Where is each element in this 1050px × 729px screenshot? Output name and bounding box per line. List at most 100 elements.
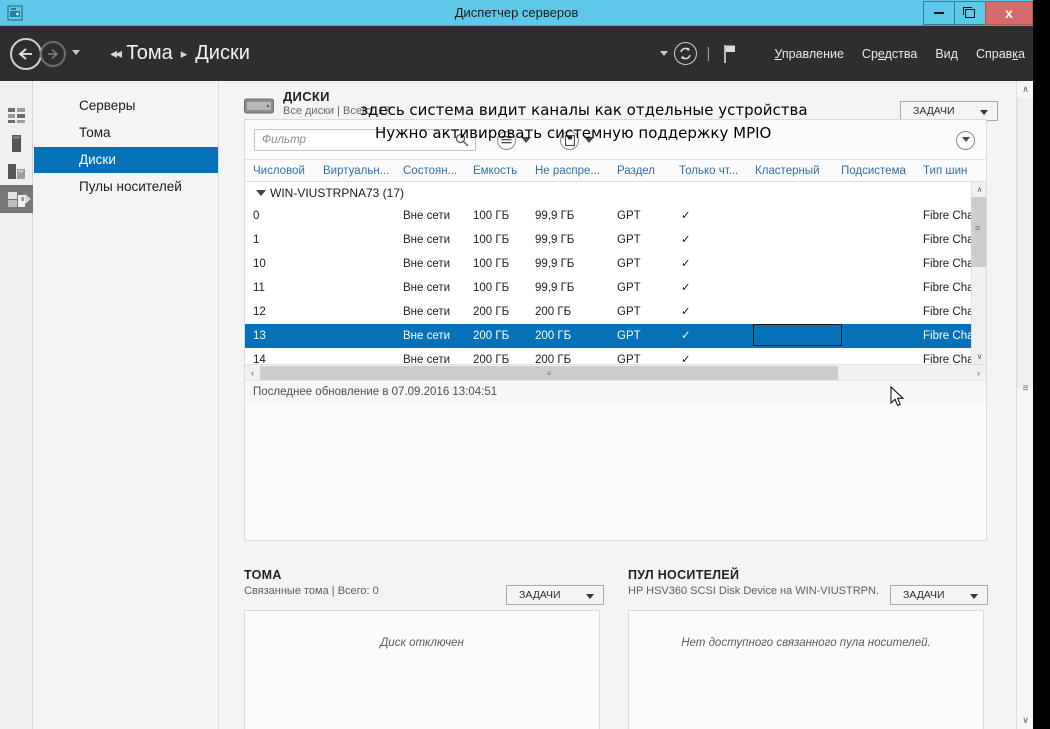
cell-partition: GPT (617, 306, 641, 318)
sidebar-item-volumes[interactable]: Тома (34, 120, 218, 146)
pool-tasks-button[interactable]: ЗАДАЧИ (890, 585, 988, 605)
column-header-capacity[interactable]: Емкость (473, 160, 529, 182)
disk-icon (244, 98, 274, 114)
menu-help[interactable]: Справка (976, 47, 1025, 61)
column-header-unallocated[interactable]: Не распре... (535, 160, 611, 182)
column-header-clustered[interactable]: Кластерный (755, 160, 833, 182)
hscroll-thumb[interactable]: ≡ (260, 366, 838, 380)
strip-item-all-servers[interactable] (0, 157, 33, 185)
chevron-down-icon (970, 594, 978, 599)
grid-group-row[interactable]: WIN-VIUSTRPNA73 (17) (245, 182, 986, 204)
grid-group-label: WIN-VIUSTRPNA73 (17) (270, 186, 405, 200)
last-refresh-status: Последнее обновление в 07.09.2016 13:04:… (245, 380, 986, 402)
column-header-partition[interactable]: Раздел (617, 160, 673, 182)
table-row[interactable]: 13 Вне сети 200 ГБ 200 ГБ GPT ✓ Fibre Ch… (245, 324, 986, 348)
table-row[interactable]: 10 Вне сети 100 ГБ 99,9 ГБ GPT ✓ Fibre C… (245, 252, 986, 276)
volumes-panel-body: Диск отключен (244, 610, 600, 729)
page-scroll-thumb[interactable] (1017, 98, 1033, 388)
breadcrumb-separator-icon: ▸ (180, 45, 188, 61)
page-vertical-scrollbar[interactable]: ∧ ≡ ∨ (1016, 81, 1033, 729)
cell-partition: GPT (617, 258, 641, 270)
cell-bustype: Fibre Cha (923, 306, 974, 318)
cell-readonly: ✓ (681, 282, 691, 294)
panel-expand-icon[interactable] (956, 131, 975, 150)
cell-status: Вне сети (403, 330, 451, 342)
storage-pool-panel: ПУЛ НОСИТЕЛЕЙ HP HSV360 SCSI Disk Device… (628, 568, 988, 729)
column-header-virtual[interactable]: Виртуальн... (323, 160, 395, 182)
cell-number: 0 (253, 210, 260, 222)
cell-bustype: Fibre Cha (923, 330, 974, 342)
breadcrumb-item-volumes[interactable]: Тома (126, 42, 173, 65)
pool-panel-body: Нет доступного связанного пула носителей… (628, 610, 984, 729)
grid-horizontal-scrollbar[interactable]: ‹ ≡ › (245, 364, 986, 380)
table-header-row: Числовой Виртуальн... Состоян... Емкость… (245, 160, 986, 182)
scroll-left-button[interactable]: ‹ (245, 365, 260, 381)
arrow-right-icon (48, 48, 59, 60)
column-header-subsystem[interactable]: Подсистема (841, 160, 917, 182)
forward-button[interactable] (40, 41, 66, 67)
page-scroll-down-button[interactable]: ∨ (1017, 712, 1033, 729)
nav-divider: | (706, 45, 711, 62)
cell-capacity: 100 ГБ (473, 258, 510, 270)
strip-item-file-storage-services[interactable] (0, 185, 33, 213)
strip-item-dashboard[interactable] (0, 101, 33, 129)
refresh-icon[interactable] (673, 42, 697, 65)
cell-unallocated: 99,9 ГБ (535, 234, 575, 246)
scroll-right-button[interactable]: › (971, 365, 986, 381)
collapse-triangle-icon[interactable] (256, 190, 266, 196)
cell-readonly: ✓ (681, 306, 691, 318)
cell-status: Вне сети (403, 306, 451, 318)
scroll-up-button[interactable]: ∧ (972, 182, 986, 197)
disks-tasks-button[interactable]: ЗАДАЧИ (900, 101, 998, 121)
sidebar-item-disks[interactable]: Диски (34, 147, 218, 173)
grid-vertical-scrollbar[interactable]: ∧ ∨ (971, 182, 986, 364)
sidebar-item-servers[interactable]: Серверы (34, 93, 218, 119)
column-header-status[interactable]: Состоян... (403, 160, 465, 182)
window-body: Серверы Тома Диски Пулы носителей ДИСКИ … (0, 81, 1033, 729)
scroll-down-button[interactable]: ∨ (972, 349, 986, 364)
page-scroll-up-button[interactable]: ∧ (1017, 81, 1033, 98)
sidebar-item-storage-pools[interactable]: Пулы носителей (34, 174, 218, 200)
focused-cell-clustered[interactable] (753, 324, 842, 346)
strip-expand-icon[interactable] (25, 194, 31, 204)
notifications-caret-icon[interactable] (659, 51, 668, 56)
column-header-readonly[interactable]: Только чт... (679, 160, 749, 182)
cell-number: 11 (253, 282, 265, 294)
flag-icon[interactable] (722, 44, 738, 64)
minimize-button[interactable] (923, 1, 954, 25)
table-row[interactable]: 0 Вне сети 100 ГБ 99,9 ГБ GPT ✓ Fibre Ch… (245, 204, 986, 228)
menu-view[interactable]: Вид (935, 47, 958, 61)
column-header-bustype[interactable]: Тип шин (923, 160, 983, 182)
menu-tools[interactable]: Средства (862, 47, 917, 61)
history-dropdown-icon[interactable] (72, 50, 80, 55)
breadcrumb-previous-icon[interactable]: ◂◂ (110, 45, 122, 62)
dashboard-icon (8, 107, 25, 123)
breadcrumb-item-disks[interactable]: Диски (195, 42, 250, 65)
cell-status: Вне сети (403, 234, 451, 246)
back-button[interactable] (10, 38, 42, 70)
volumes-tasks-button[interactable]: ЗАДАЧИ (506, 585, 604, 605)
table-row[interactable]: 12 Вне сети 200 ГБ 200 ГБ GPT ✓ Fibre Ch… (245, 300, 986, 324)
arrow-left-icon (18, 48, 32, 60)
annotation-line-1: здесь система видит каналы как отдельные… (360, 101, 808, 119)
table-row[interactable]: 14 Вне сети 200 ГБ 200 ГБ GPT ✓ Fibre Ch… (245, 348, 986, 364)
cell-partition: GPT (617, 234, 641, 246)
column-header-number[interactable]: Числовой (253, 160, 317, 182)
annotation-line-2: Нужно активировать системную поддержку M… (375, 124, 772, 142)
cell-number: 14 (253, 354, 266, 364)
cell-unallocated: 200 ГБ (535, 330, 572, 342)
maximize-button[interactable] (954, 1, 985, 25)
disks-grid: WIN-VIUSTRPNA73 (17) 0 Вне сети 100 ГБ 9… (245, 182, 986, 364)
cell-capacity: 100 ГБ (473, 282, 510, 294)
mouse-cursor (890, 386, 905, 407)
cell-partition: GPT (617, 282, 641, 294)
table-row[interactable]: 1 Вне сети 100 ГБ 99,9 ГБ GPT ✓ Fibre Ch… (245, 228, 986, 252)
titlebar: Диспетчер серверов x (0, 0, 1033, 26)
strip-item-local-server[interactable] (0, 129, 33, 157)
menu-manage[interactable]: Управление (774, 47, 844, 61)
close-button[interactable]: x (985, 1, 1033, 25)
cell-capacity: 100 ГБ (473, 234, 510, 246)
grid-scroll-thumb[interactable] (971, 197, 986, 267)
table-row[interactable]: 11 Вне сети 100 ГБ 99,9 ГБ GPT ✓ Fibre C… (245, 276, 986, 300)
cell-unallocated: 99,9 ГБ (535, 258, 575, 270)
